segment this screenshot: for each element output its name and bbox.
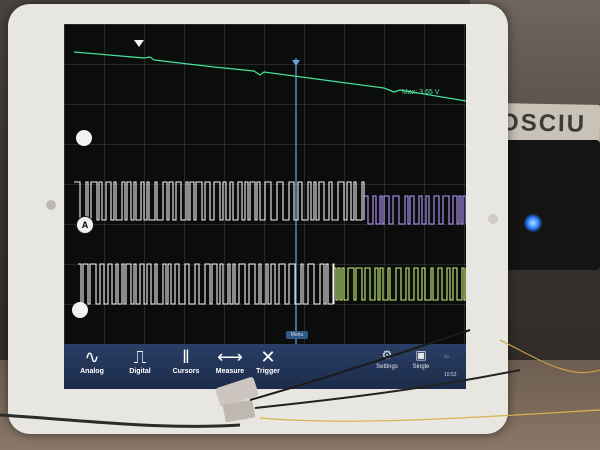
channel-marker-a[interactable]: A	[76, 216, 94, 234]
probe-cables	[0, 329, 600, 428]
max-voltage-label: Max: 3.65 V	[402, 89, 440, 96]
trace-layer	[73, 51, 466, 344]
home-button-icon	[488, 214, 498, 224]
camera-icon	[46, 200, 56, 210]
white-trace-top	[74, 181, 365, 221]
yellow-trace	[334, 267, 466, 301]
purple-trace	[364, 195, 466, 225]
blue-led-icon	[524, 214, 542, 232]
oscilloscope-label-text: OSCIU	[499, 109, 587, 138]
trigger-marker-icon[interactable]	[292, 60, 300, 66]
photo-scene: OSCIU A Max: 3.65 V Menu ∿ Analog ⎍ Digi…	[0, 0, 600, 450]
trigger-level-icon[interactable]	[134, 40, 144, 47]
hardware-module	[500, 140, 600, 270]
channel-marker-1[interactable]	[76, 130, 92, 146]
